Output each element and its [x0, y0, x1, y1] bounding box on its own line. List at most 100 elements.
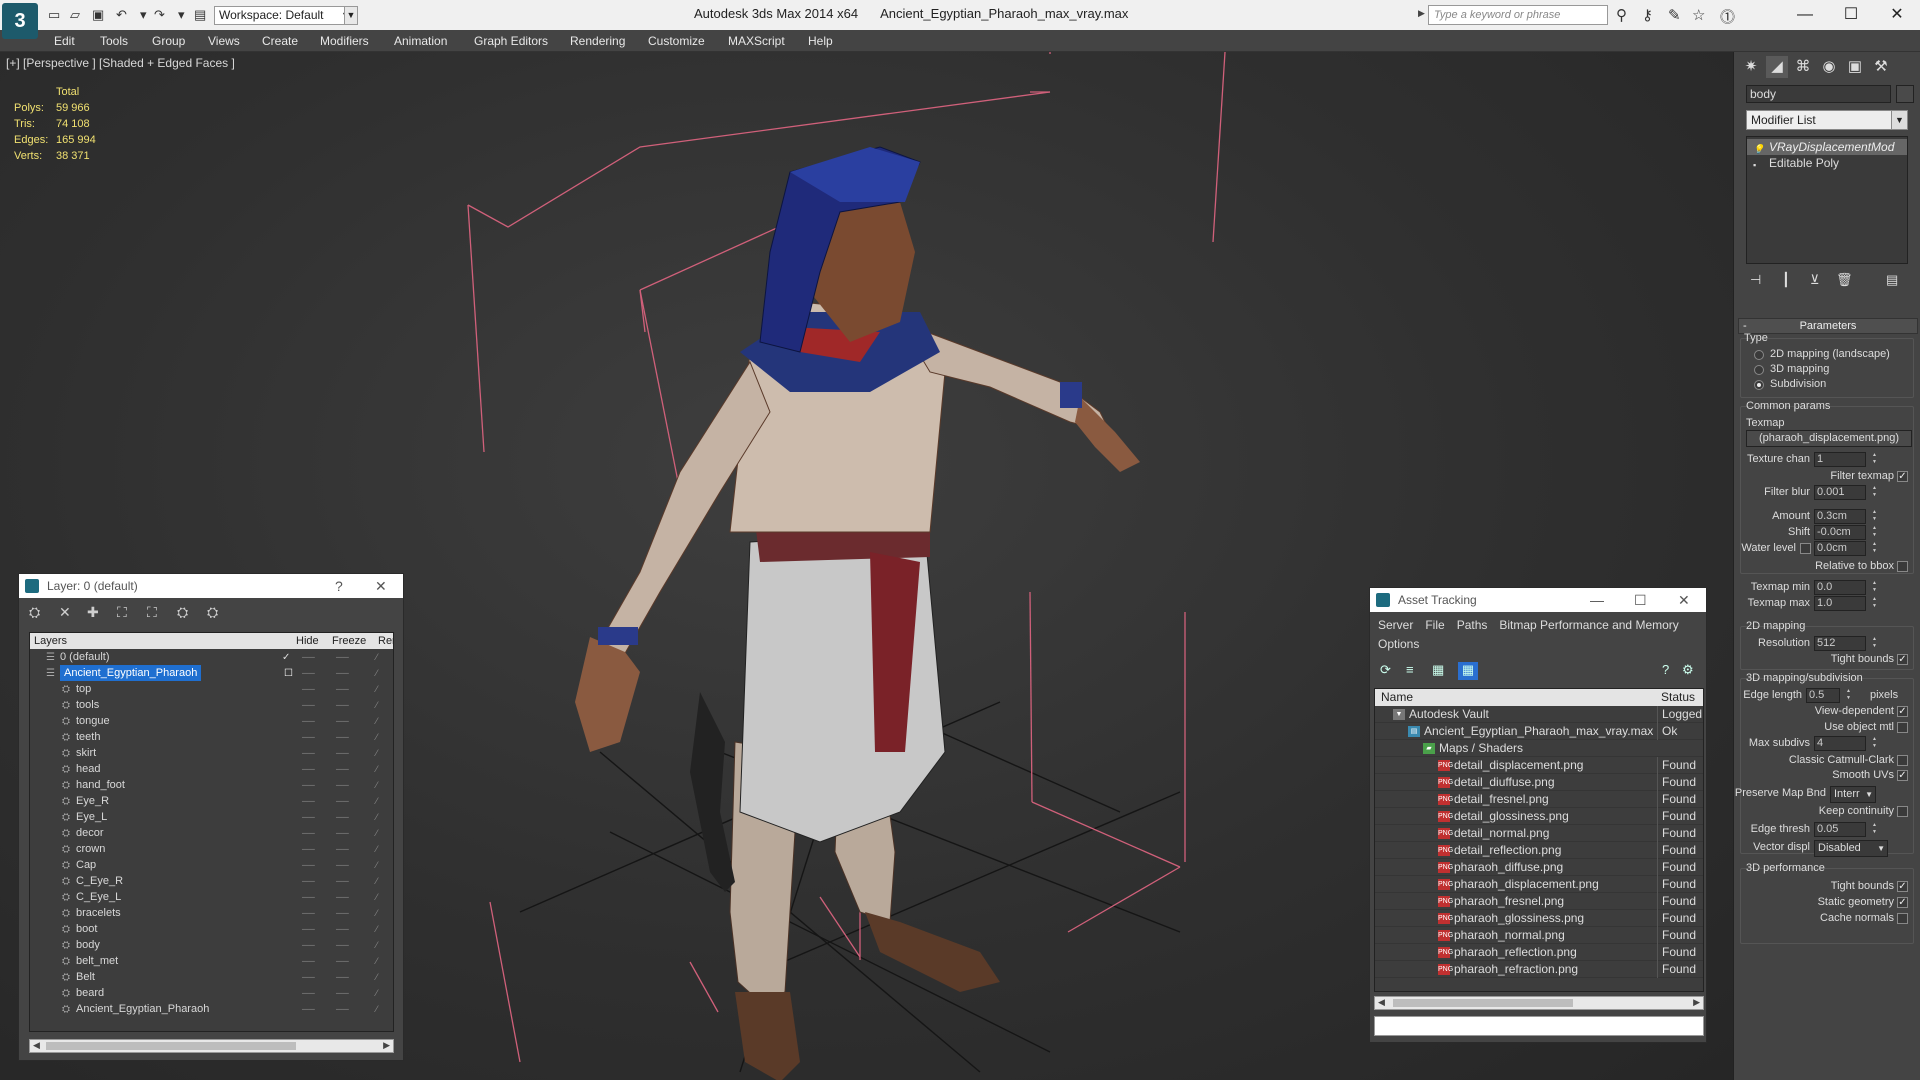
- render-toggle[interactable]: ⁄: [376, 841, 378, 857]
- render-toggle[interactable]: ⁄: [376, 921, 378, 937]
- col-freeze[interactable]: Freeze: [332, 633, 366, 649]
- scroll-thumb[interactable]: [1393, 999, 1573, 1007]
- hide-toggle[interactable]: ──: [302, 953, 315, 969]
- render-toggle[interactable]: ⁄: [376, 777, 378, 793]
- hide-toggle[interactable]: ──: [302, 745, 315, 761]
- render-toggle[interactable]: ⁄: [376, 953, 378, 969]
- hide-toggle[interactable]: ──: [302, 729, 315, 745]
- help-icon[interactable]: ⓵: [1720, 6, 1735, 27]
- new-layer-icon[interactable]: ⛭: [29, 604, 40, 621]
- open-file-icon[interactable]: ▱: [70, 7, 80, 23]
- asset-row[interactable]: PNG detail_normal.png Found: [1375, 825, 1703, 842]
- layer-row-name[interactable]: Eye_L: [76, 809, 107, 825]
- water-level-spinner[interactable]: 0.0cm: [1814, 541, 1877, 556]
- workspace-dropdown[interactable]: Workspace: Default▼: [214, 6, 354, 25]
- motion-tab-icon[interactable]: ◉: [1818, 56, 1840, 78]
- layer-row-name[interactable]: body: [76, 937, 100, 953]
- asset-row[interactable]: PNG detail_fresnel.png Found: [1375, 791, 1703, 808]
- layer-row[interactable]: ⛭ C_Eye_R ── ── ⁄: [30, 873, 393, 889]
- render-toggle[interactable]: ⁄: [376, 665, 378, 681]
- layer-row-name[interactable]: C_Eye_R: [76, 873, 123, 889]
- scroll-right-icon[interactable]: ▶: [383, 1040, 390, 1051]
- pharaoh-model[interactable]: [575, 146, 1140, 1080]
- communication-icon[interactable]: ✎: [1668, 6, 1681, 24]
- layer-horizontal-scrollbar[interactable]: ◀ ▶: [29, 1039, 394, 1053]
- freeze-toggle[interactable]: ──: [336, 761, 349, 777]
- menu-animation[interactable]: Animation: [394, 34, 447, 48]
- undo-dropdown-icon[interactable]: ▾: [140, 7, 147, 23]
- render-toggle[interactable]: ⁄: [376, 937, 378, 953]
- layer-row-name[interactable]: head: [76, 761, 100, 777]
- new-file-icon[interactable]: ▭: [48, 7, 60, 23]
- render-toggle[interactable]: ⁄: [376, 745, 378, 761]
- edge-thresh-spinner[interactable]: 0.05: [1814, 822, 1877, 837]
- asset-minimize-icon[interactable]: —: [1590, 588, 1604, 612]
- layer-row-name[interactable]: teeth: [76, 729, 100, 745]
- menu-modifiers[interactable]: Modifiers: [320, 34, 369, 48]
- hide-toggle[interactable]: ──: [302, 713, 315, 729]
- col-layers[interactable]: Layers: [34, 633, 67, 649]
- refresh-icon[interactable]: ⟳: [1380, 662, 1391, 678]
- layer-row[interactable]: ⛭ Cap ── ── ⁄: [30, 857, 393, 873]
- col-hide[interactable]: Hide: [296, 633, 319, 649]
- minimize-button[interactable]: —: [1782, 4, 1828, 26]
- render-toggle[interactable]: ⁄: [376, 713, 378, 729]
- col-name[interactable]: Name: [1381, 689, 1413, 706]
- layer-row[interactable]: ☰ Ancient_Egyptian_Pharaoh ☐ ── ── ⁄: [30, 665, 393, 681]
- scroll-left-icon[interactable]: ◀: [33, 1040, 40, 1051]
- shift-spinner[interactable]: -0.0cm: [1814, 525, 1877, 540]
- asset-path-field[interactable]: [1374, 1016, 1704, 1036]
- layer-active-check[interactable]: ✓: [282, 650, 290, 666]
- amount-spinner[interactable]: 0.3cm: [1814, 509, 1877, 524]
- pin-stack-icon[interactable]: ⊣: [1750, 272, 1761, 288]
- asset-row[interactable]: PNG pharaoh_normal.png Found: [1375, 927, 1703, 944]
- asset-row[interactable]: PNG detail_diuffuse.png Found: [1375, 774, 1703, 791]
- freeze-all-icon[interactable]: ⛭: [207, 604, 218, 621]
- layer-row[interactable]: ⛭ bracelets ── ── ⁄: [30, 905, 393, 921]
- type-option-subdivision[interactable]: Subdivision: [1770, 378, 1826, 390]
- layer-row[interactable]: ⛭ head ── ── ⁄: [30, 761, 393, 777]
- asset-row[interactable]: PNG detail_reflection.png Found: [1375, 842, 1703, 859]
- add-to-layer-icon[interactable]: ✚: [87, 604, 99, 621]
- freeze-toggle[interactable]: ──: [336, 809, 349, 825]
- render-toggle[interactable]: ⁄: [376, 857, 378, 873]
- layer-row[interactable]: ⛭ belt_met ── ── ⁄: [30, 953, 393, 969]
- modifier-list-dropdown[interactable]: Modifier List ▼: [1746, 110, 1908, 130]
- render-toggle[interactable]: ⁄: [376, 697, 378, 713]
- hide-toggle[interactable]: ──: [302, 841, 315, 857]
- hide-toggle[interactable]: ──: [302, 793, 315, 809]
- type-option-3d[interactable]: 3D mapping: [1770, 363, 1829, 375]
- col-render[interactable]: Rer: [378, 633, 393, 649]
- favorites-star-icon[interactable]: ☆: [1692, 6, 1705, 24]
- menu-create[interactable]: Create: [262, 34, 298, 48]
- filter-texmap-checkbox[interactable]: ✓: [1897, 471, 1908, 482]
- col-status[interactable]: Status: [1661, 689, 1695, 706]
- layer-row[interactable]: ⛭ Ancient_Egyptian_Pharaoh ── ── ⁄: [30, 1001, 393, 1017]
- render-toggle[interactable]: ⁄: [376, 681, 378, 697]
- resolution-spinner[interactable]: 512: [1814, 636, 1877, 651]
- freeze-toggle[interactable]: ──: [336, 745, 349, 761]
- layer-row-name[interactable]: 0 (default): [60, 649, 110, 665]
- asset-horizontal-scrollbar[interactable]: ◀ ▶: [1374, 996, 1704, 1010]
- tight-bounds-checkbox[interactable]: ✓: [1897, 654, 1908, 665]
- layer-row[interactable]: ⛭ beard ── ── ⁄: [30, 985, 393, 1001]
- layer-row[interactable]: ⛭ tools ── ── ⁄: [30, 697, 393, 713]
- layer-row[interactable]: ⛭ boot ── ── ⁄: [30, 921, 393, 937]
- layer-row-name[interactable]: crown: [76, 841, 105, 857]
- asset-row[interactable]: PNG detail_displacement.png Found: [1375, 757, 1703, 774]
- texture-chan-spinner[interactable]: 1: [1814, 452, 1877, 467]
- thumbnail-view-icon[interactable]: ▦: [1432, 662, 1444, 678]
- binoculars-icon[interactable]: ⚲: [1616, 6, 1627, 24]
- freeze-toggle[interactable]: ──: [336, 777, 349, 793]
- render-toggle[interactable]: ⁄: [376, 729, 378, 745]
- render-toggle[interactable]: ⁄: [376, 761, 378, 777]
- tight-bounds-2-checkbox[interactable]: ✓: [1897, 881, 1908, 892]
- layer-row-name[interactable]: Cap: [76, 857, 96, 873]
- menu-group[interactable]: Group: [152, 34, 185, 48]
- delete-layer-icon[interactable]: ✕: [59, 604, 71, 621]
- keep-continuity-checkbox[interactable]: [1897, 806, 1908, 817]
- max-subdivs-spinner[interactable]: 4: [1814, 736, 1877, 751]
- search-expand-icon[interactable]: ▶: [1418, 8, 1425, 19]
- asset-row[interactable]: PNG pharaoh_fresnel.png Found: [1375, 893, 1703, 910]
- asset-row[interactable]: PNG pharaoh_glossiness.png Found: [1375, 910, 1703, 927]
